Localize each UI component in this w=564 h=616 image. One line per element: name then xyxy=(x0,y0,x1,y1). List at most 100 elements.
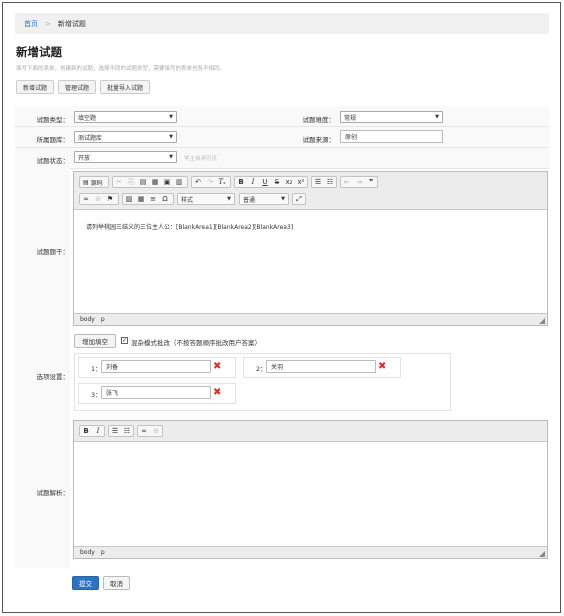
breadcrumb-home-link[interactable]: 首页 xyxy=(24,19,38,29)
table-icon[interactable]: ▦ xyxy=(135,193,147,205)
numbered-list-icon[interactable]: ☰ xyxy=(109,425,121,437)
cut-icon[interactable]: ✂ xyxy=(113,176,125,188)
maximize-group: ⤢ xyxy=(292,193,306,205)
unlink-icon[interactable]: ⊘ xyxy=(150,425,162,437)
maximize-icon[interactable]: ⤢ xyxy=(293,193,305,205)
page-description: 填写下面的表单，创建新的试题，选择不同的试题类型，需要填写的表单也各不相同。 xyxy=(16,66,226,72)
option-input-1[interactable]: 刘备 xyxy=(101,360,211,373)
type-select-value: 填空题 xyxy=(78,114,97,122)
analysis-editor[interactable]: B I ☰ ☷ ∞ ⊘ body p xyxy=(73,420,548,559)
bold-icon[interactable]: B xyxy=(80,425,92,437)
analysis-editor-statusbar: body p xyxy=(74,546,547,558)
link-icon[interactable]: ∞ xyxy=(138,425,150,437)
breadcrumb-separator: > xyxy=(45,19,51,28)
delete-option-icon[interactable]: ✖ xyxy=(378,362,386,372)
stem-editor-toolbar: ▤ 源码 ✂ ⎘ ▤ ▦ ▣ ▥ ↶ ↷ Tₓ B I U S x₂ x² ☰ … xyxy=(74,172,547,210)
difficulty-select[interactable]: 常规 ▼ xyxy=(340,111,443,123)
analysis-label: 试题解析： xyxy=(36,489,70,497)
chevron-down-icon: ▼ xyxy=(227,196,231,202)
label-column xyxy=(15,168,70,568)
bulleted-list-icon[interactable]: ☷ xyxy=(121,425,133,437)
source-button-label: 源码 xyxy=(90,179,103,187)
link-group: ∞ ⊘ xyxy=(137,425,163,437)
tab-manage-questions[interactable]: 管理试题 xyxy=(58,80,97,94)
path-p[interactable]: p xyxy=(101,549,105,556)
style-dropdown[interactable]: 样式 ▼ xyxy=(177,193,235,205)
blockquote-icon[interactable]: ❞ xyxy=(365,176,377,188)
source-icon: ▤ xyxy=(83,178,89,186)
difficulty-select-value: 常规 xyxy=(344,114,357,122)
status-hint: 学主自测可见 xyxy=(184,156,218,162)
option-input-3[interactable]: 张飞 xyxy=(101,386,211,399)
text-style-group: B I U S x₂ x² xyxy=(234,176,308,188)
redo-icon[interactable]: ↷ xyxy=(204,176,216,188)
superscript-icon[interactable]: x² xyxy=(295,176,307,188)
row-divider xyxy=(15,168,549,169)
stem-editor-statusbar: body p xyxy=(74,313,547,325)
paste-text-icon[interactable]: ▦ xyxy=(149,176,161,188)
style-dropdown-value: 样式 xyxy=(181,196,194,204)
indent-group: ⇤ ⇥ ❞ xyxy=(340,176,378,188)
copy-icon[interactable]: ⎘ xyxy=(125,176,137,188)
unlink-icon[interactable]: ⊘ xyxy=(92,193,104,205)
list-group: ☰ ☷ xyxy=(311,176,337,188)
underline-icon[interactable]: U xyxy=(259,176,271,188)
delete-option-icon[interactable]: ✖ xyxy=(213,362,221,372)
italic-icon[interactable]: I xyxy=(92,425,104,437)
strikethrough-icon[interactable]: S xyxy=(271,176,283,188)
spellcheck-icon[interactable]: ▥ xyxy=(173,176,185,188)
delete-option-icon[interactable]: ✖ xyxy=(213,388,221,398)
bold-icon[interactable]: B xyxy=(235,176,247,188)
special-char-icon[interactable]: Ω xyxy=(159,193,171,205)
indent-icon[interactable]: ⇥ xyxy=(353,176,365,188)
resize-grip-icon[interactable] xyxy=(539,551,545,557)
chevron-down-icon: ▼ xyxy=(169,134,173,140)
add-blank-button[interactable]: 增加填空 xyxy=(74,334,116,348)
path-p[interactable]: p xyxy=(101,316,105,323)
status-select[interactable]: 开放 ▼ xyxy=(74,151,177,163)
link-icon[interactable]: ∞ xyxy=(80,193,92,205)
submit-button[interactable]: 提交 xyxy=(72,576,99,590)
status-select-value: 开放 xyxy=(78,154,91,162)
path-body[interactable]: body xyxy=(80,316,95,323)
mixed-mode-label: 混杂模式批改（不按答题顺序批改用户答案） xyxy=(131,339,261,347)
remove-format-icon[interactable]: Tₓ xyxy=(216,176,228,188)
outdent-icon[interactable]: ⇤ xyxy=(341,176,353,188)
source-button[interactable]: ▤ 源码 xyxy=(79,176,109,188)
tab-new-question[interactable]: 新增试题 xyxy=(16,80,55,94)
resize-grip-icon[interactable] xyxy=(539,318,545,324)
format-dropdown[interactable]: 普通 ▼ xyxy=(239,193,289,205)
analysis-editor-toolbar: B I ☰ ☷ ∞ ⊘ xyxy=(74,421,547,442)
type-select[interactable]: 填空题 ▼ xyxy=(74,111,177,123)
type-label: 试题类型： xyxy=(36,116,70,124)
row-divider xyxy=(15,126,549,127)
stem-editor[interactable]: ▤ 源码 ✂ ⎘ ▤ ▦ ▣ ▥ ↶ ↷ Tₓ B I U S x₂ x² ☰ … xyxy=(73,171,548,326)
paste-icon[interactable]: ▤ xyxy=(137,176,149,188)
text-style-group: B I xyxy=(79,425,105,437)
source-input[interactable]: 原创 xyxy=(340,130,443,143)
bulleted-list-icon[interactable]: ☷ xyxy=(324,176,336,188)
anchor-flag-icon[interactable]: ⚑ xyxy=(104,193,116,205)
chevron-down-icon: ▼ xyxy=(435,114,439,120)
chevron-down-icon: ▼ xyxy=(169,154,173,160)
mixed-mode-checkbox[interactable]: ✓ xyxy=(121,337,128,344)
numbered-list-icon[interactable]: ☰ xyxy=(312,176,324,188)
image-icon[interactable]: ▨ xyxy=(123,193,135,205)
page-frame: 首页 > 新增试题 新增试题 填写下面的表单，创建新的试题，选择不同的试题类型，… xyxy=(2,2,561,613)
cancel-button[interactable]: 取消 xyxy=(103,576,130,590)
bank-select[interactable]: 测试题库 ▼ xyxy=(74,131,177,143)
horizontal-rule-icon[interactable]: ≡ xyxy=(147,193,159,205)
italic-icon[interactable]: I xyxy=(247,176,259,188)
bank-label: 所属题库： xyxy=(36,136,70,144)
path-body[interactable]: body xyxy=(80,549,95,556)
undo-icon[interactable]: ↶ xyxy=(192,176,204,188)
row-divider xyxy=(15,147,549,148)
tab-batch-import[interactable]: 批量导入试题 xyxy=(100,80,151,94)
stem-content[interactable]: 请列举桃园三结义的三位主人公：[BlankArea1][BlankArea2][… xyxy=(86,222,293,231)
option-input-2[interactable]: 关羽 xyxy=(266,360,376,373)
page-title: 新增试题 xyxy=(16,45,62,59)
subscript-icon[interactable]: x₂ xyxy=(283,176,295,188)
paste-word-icon[interactable]: ▣ xyxy=(161,176,173,188)
options-label: 选项设置： xyxy=(36,373,70,381)
difficulty-label: 试题难度： xyxy=(302,116,336,124)
